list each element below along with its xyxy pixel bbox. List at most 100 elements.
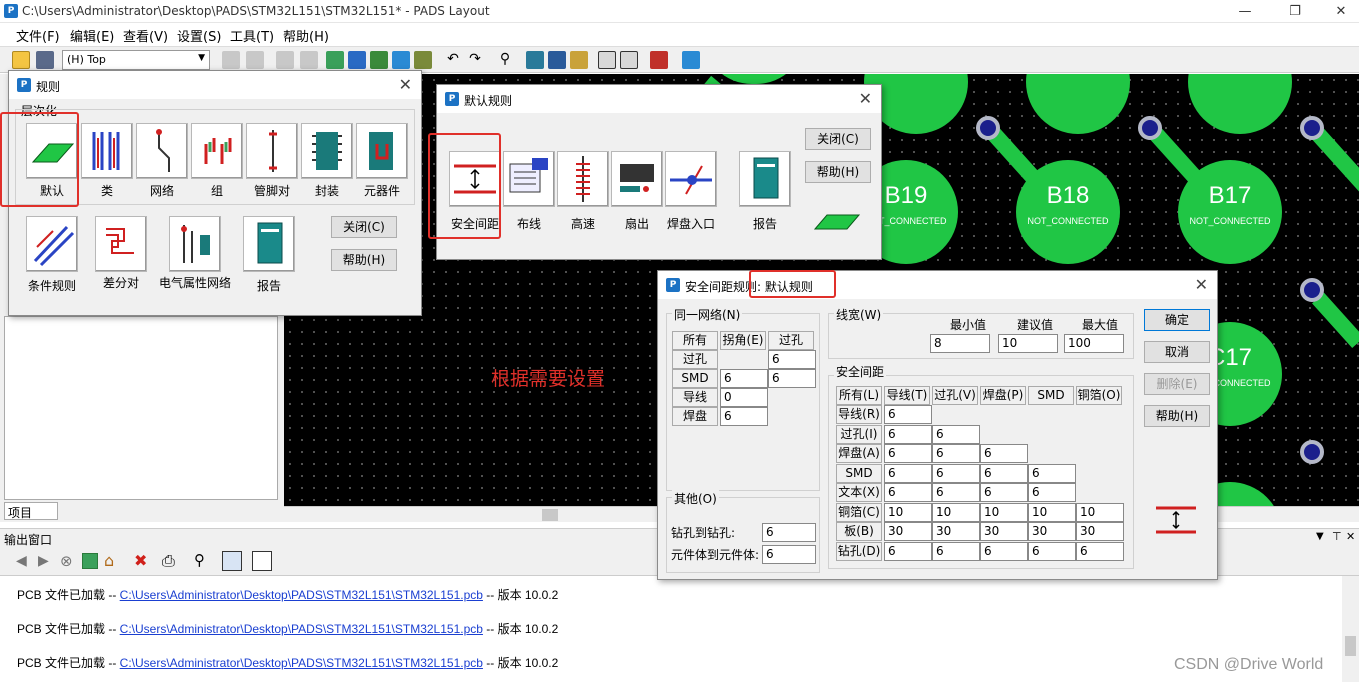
view-icon[interactable] [526,51,544,69]
clearance-value-field[interactable]: 6 [932,424,980,444]
close-output-icon[interactable]: ✕ [1346,530,1355,543]
report-button[interactable] [243,216,295,272]
recommended-width-field[interactable]: 10 [998,334,1058,353]
clearance-value-field[interactable]: 6 [980,463,1028,483]
clearance-value-field[interactable]: 6 [884,463,932,483]
clearance-value-field[interactable]: 6 [932,541,980,561]
route-icon[interactable] [326,51,344,69]
arrow-left-icon[interactable]: ◀ [16,553,27,569]
clearance-row-label[interactable]: 铜箔(C) [836,502,882,522]
refresh-icon[interactable] [82,553,98,569]
clearance-value-field[interactable]: 6 [884,405,932,424]
clearance-value-field[interactable]: 6 [1076,541,1124,561]
via[interactable] [1138,116,1162,140]
component-rules-button[interactable] [356,123,408,179]
output-log[interactable]: PCB 文件已加载 -- C:\Users\Administrator\Desk… [0,576,1342,682]
undo-icon[interactable]: ↶ [444,51,462,69]
clearance-row-label[interactable]: SMD [836,463,882,483]
pad-b17[interactable]: B17 NOT_CONNECTED [1178,160,1282,264]
save-icon[interactable] [36,51,54,69]
pad[interactable] [1026,74,1130,134]
header-corner[interactable]: 拐角(E) [720,331,766,350]
clearance-value-field[interactable]: 10 [1076,502,1124,522]
scroll-thumb[interactable] [542,509,558,521]
cancel-button[interactable]: 取消 [1144,341,1210,363]
min-width-field[interactable]: 8 [930,334,990,353]
decal-rules-button[interactable] [301,123,353,179]
clearance-value-field[interactable]: 30 [1076,522,1124,541]
clearance-row-label[interactable]: 文本(X) [836,483,882,502]
clearance-value-field[interactable]: 6 [1028,463,1076,483]
header-smd[interactable]: SMD [1028,386,1074,405]
clearance-value-field[interactable]: 30 [980,522,1028,541]
calc-icon[interactable] [276,51,294,69]
menu-edit[interactable]: 编辑(E) [70,26,114,45]
class-rules-button[interactable] [81,123,133,179]
menu-file[interactable]: 文件(F) [16,26,60,45]
high-speed-button[interactable] [557,151,609,207]
close-icon[interactable]: ✕ [1195,275,1208,294]
header-via[interactable]: 过孔(V) [932,386,978,405]
select-mode-icon[interactable] [598,51,616,69]
ok-button[interactable]: 确定 [1144,309,1210,331]
diff-pair-rules-button[interactable] [95,216,147,272]
close-icon[interactable]: ✕ [1318,0,1359,23]
pad[interactable] [1188,74,1292,134]
scroll-thumb[interactable] [1345,636,1356,656]
clearance-value-field[interactable]: 6 [884,444,932,463]
row-label[interactable]: SMD [672,369,718,388]
redo-icon[interactable]: ↷ [466,51,484,69]
close-button[interactable]: 关闭(C) [805,128,871,150]
clearance-value-field[interactable]: 6 [980,541,1028,561]
dock-menu-icon[interactable]: ▼ [1316,531,1324,542]
electrical-net-rules-button[interactable] [169,216,221,272]
clearance-row-label[interactable]: 板(B) [836,522,882,541]
bus-icon[interactable] [348,51,366,69]
restore-icon[interactable]: ❐ [1272,0,1318,23]
clearance-value-field[interactable]: 6 [932,444,980,463]
clearance-value-field[interactable]: 6 [932,463,980,483]
pin-pair-rules-button[interactable] [246,123,298,179]
clearance-value-field[interactable]: 30 [1028,522,1076,541]
layer-select[interactable]: (H) Top ▼ [62,50,210,70]
value-field[interactable]: 0 [720,388,768,407]
via[interactable] [1300,440,1324,464]
settings-icon[interactable] [300,51,318,69]
header-via[interactable]: 过孔 [768,331,814,350]
menu-tools[interactable]: 工具(T) [230,26,274,45]
clearance-value-field[interactable]: 6 [932,483,980,502]
print-icon[interactable]: ⎙ [162,551,175,571]
zoom-icon[interactable]: ⚲ [496,51,514,69]
edit-icon[interactable] [222,551,242,571]
row-label[interactable]: 导线 [672,388,718,407]
pin-icon[interactable]: ⊤ [1332,530,1342,543]
value-field[interactable]: 6 [720,407,768,426]
clearance-value-field[interactable]: 6 [1028,483,1076,502]
clearance-value-field[interactable]: 6 [980,444,1028,463]
clearance-value-field[interactable]: 6 [980,483,1028,502]
clearance-value-field[interactable]: 10 [1028,502,1076,522]
clearance-row-label[interactable]: 导线(R) [836,405,882,424]
menu-help[interactable]: 帮助(H) [283,26,329,45]
via[interactable] [976,116,1000,140]
clearance-value-field[interactable]: 6 [884,483,932,502]
star-icon[interactable] [414,51,432,69]
grid-icon[interactable] [252,551,272,571]
help-button[interactable]: 帮助(H) [331,249,397,271]
header-trace[interactable]: 导线(T) [884,386,930,405]
clearance-value-field[interactable]: 10 [884,502,932,522]
help-button[interactable]: 帮助(H) [1144,405,1210,427]
clearance-value-field[interactable]: 30 [884,522,932,541]
header-copper[interactable]: 铜箔(O) [1076,386,1122,405]
draw-icon[interactable] [392,51,410,69]
group-rules-button[interactable] [191,123,243,179]
via[interactable] [1300,278,1324,302]
window-mode-icon[interactable] [620,51,638,69]
clearance-value-field[interactable]: 10 [932,502,980,522]
net-rules-button[interactable] [136,123,188,179]
pad-icon[interactable] [548,51,566,69]
log-link[interactable]: C:\Users\Administrator\Desktop\PADS\STM3… [120,622,483,636]
pad-entry-button[interactable] [665,151,717,207]
open-icon[interactable] [12,51,30,69]
minimize-icon[interactable]: — [1222,0,1268,23]
